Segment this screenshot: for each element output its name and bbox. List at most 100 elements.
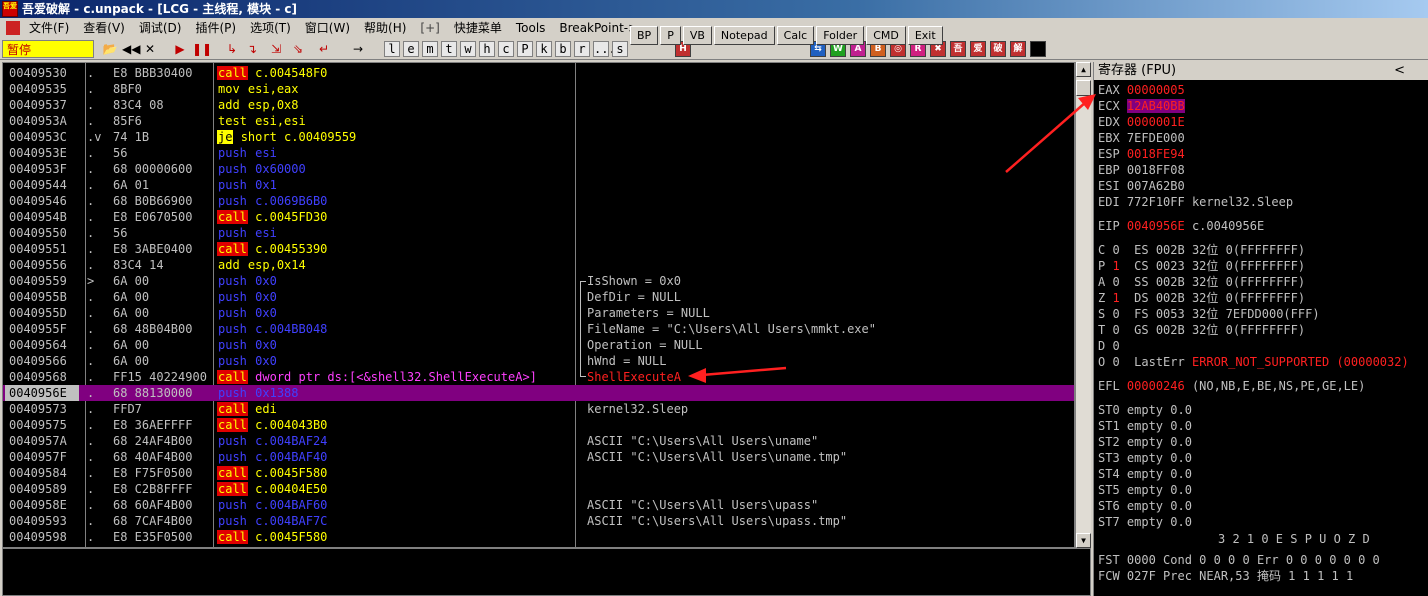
disassembly-pane[interactable]: 00409530 . E8 BBB30400 call c.004548F0 0… <box>2 62 1075 548</box>
fpu-register-row[interactable]: ST6 empty 0.0 <box>1098 498 1192 514</box>
plugin-po-icon[interactable]: 破 <box>990 41 1006 57</box>
plugin-wu-icon[interactable]: 吾 <box>950 41 966 57</box>
flag-value[interactable]: 0 <box>1112 243 1119 257</box>
menu-item-5[interactable]: 窗口(W) <box>298 18 357 38</box>
disasm-row[interactable]: 0040953A . 85F6 test esi,esi <box>3 113 1074 129</box>
toolbar-window-button[interactable]: t <box>441 41 457 57</box>
fpu-register-row[interactable]: ST1 empty 0.0 <box>1098 418 1192 434</box>
flag-value[interactable]: 0 <box>1112 355 1119 369</box>
disasm-row[interactable]: 00409593 . 68 7CAF4B00 push c.004BAF7C A… <box>3 513 1074 529</box>
collapse-icon[interactable]: < <box>1394 62 1405 80</box>
menu-item-4[interactable]: 选项(T) <box>243 18 298 38</box>
plugin-button-vb[interactable]: VB <box>682 26 712 45</box>
flag-segment-row[interactable]: A 0 SS 002B 32位 0(FFFFFFFF) <box>1098 274 1305 290</box>
toolbar-window-button[interactable]: l <box>384 41 400 57</box>
register-row[interactable]: EBX 7EFDE000 <box>1098 130 1185 146</box>
disasm-row[interactable]: 00409530 . E8 BBB30400 call c.004548F0 <box>3 65 1074 81</box>
run-icon[interactable]: ▶ <box>172 41 188 57</box>
disasm-row[interactable]: 00409564 . 6A 00 push 0x0 Operation = NU… <box>3 337 1074 353</box>
disasm-row[interactable]: 0040953E . 56 push esi <box>3 145 1074 161</box>
fpu-register-row[interactable]: ST5 empty 0.0 <box>1098 482 1192 498</box>
step-into-icon[interactable]: ↳ <box>224 41 240 57</box>
dump-pane[interactable] <box>2 548 1091 596</box>
disasm-row[interactable]: 00409568 . FF15 40224900 call dword ptr … <box>3 369 1074 385</box>
disasm-row[interactable]: 0040957F . 68 40AF4B00 push c.004BAF40 A… <box>3 449 1074 465</box>
plugin-ai-icon[interactable]: 爱 <box>970 41 986 57</box>
flag-segment-row[interactable]: Z 1 DS 002B 32位 0(FFFFFFFF) <box>1098 290 1305 306</box>
disasm-row[interactable]: 0040953F . 68 00000600 push 0x60000 <box>3 161 1074 177</box>
flag-value[interactable]: 1 <box>1112 259 1119 273</box>
disasm-row[interactable]: 0040955F . 68 48B04B00 push c.004BB048 F… <box>3 321 1074 337</box>
register-value[interactable]: 0018FF08 <box>1127 163 1185 177</box>
register-value[interactable]: 0040956E <box>1127 219 1185 233</box>
fpu-register-row[interactable]: ST3 empty 0.0 <box>1098 450 1192 466</box>
disasm-row[interactable]: 00409556 . 83C4 14 add esp,0x14 <box>3 257 1074 273</box>
disasm-row[interactable]: 00409575 . E8 36AEFFFF call c.004043B0 <box>3 417 1074 433</box>
flag-segment-row[interactable]: O 0 LastErr ERROR_NOT_SUPPORTED (0000003… <box>1098 354 1409 370</box>
flag-segment-row[interactable]: C 0 ES 002B 32位 0(FFFFFFFF) <box>1098 242 1305 258</box>
menu-item-9[interactable]: Tools <box>509 18 553 38</box>
toolbar-window-button[interactable]: w <box>460 41 476 57</box>
disasm-row[interactable]: 00409589 . E8 C2B8FFFF call c.00404E50 <box>3 481 1074 497</box>
flag-segment-row[interactable]: D 0 <box>1098 338 1134 354</box>
disasm-row[interactable]: 00409559 > 6A 00 push 0x0 IsShown = 0x0 <box>3 273 1074 289</box>
execute-till-return-icon[interactable]: ↵ <box>316 41 332 57</box>
flag-segment-row[interactable]: P 1 CS 0023 32位 0(FFFFFFFF) <box>1098 258 1305 274</box>
register-value[interactable]: 0018FE94 <box>1127 147 1185 161</box>
disasm-row[interactable]: 0040957A . 68 24AF4B00 push c.004BAF24 A… <box>3 433 1074 449</box>
register-value[interactable]: 00000246 <box>1127 379 1185 393</box>
restart-icon[interactable]: ◀◀ <box>122 41 140 57</box>
register-row[interactable]: ESP 0018FE94 <box>1098 146 1185 162</box>
plugin-button-p[interactable]: P <box>660 26 681 45</box>
toolbar-window-button[interactable]: s <box>612 41 628 57</box>
register-row[interactable]: EAX 00000005 <box>1098 82 1185 98</box>
disasm-row[interactable]: 0040954B . E8 E0670500 call c.0045FD30 <box>3 209 1074 225</box>
disasm-row[interactable]: 00409546 . 68 B0B66900 push c.0069B6B0 <box>3 193 1074 209</box>
plugin-button-folder[interactable]: Folder <box>816 26 865 45</box>
disasm-row[interactable]: 00409566 . 6A 00 push 0x0 hWnd = NULL <box>3 353 1074 369</box>
disasm-row[interactable]: 0040953C .v 74 1B je short c.00409559 <box>3 129 1074 145</box>
disasm-row[interactable]: 00409584 . E8 F75F0500 call c.0045F580 <box>3 465 1074 481</box>
disasm-row[interactable]: 00409551 . E8 3ABE0400 call c.00455390 <box>3 241 1074 257</box>
flag-value[interactable]: 0 <box>1112 307 1119 321</box>
toolbar-window-button[interactable]: b <box>555 41 571 57</box>
registers-pane[interactable]: 寄存器 (FPU) < EAX 00000005 ECX 12AB40BB ED… <box>1093 62 1428 596</box>
disasm-row[interactable]: 0040955D . 6A 00 push 0x0 Parameters = N… <box>3 305 1074 321</box>
trace-over-icon[interactable]: ⇘ <box>290 41 306 57</box>
register-row-eip[interactable]: EIP 0040956E c.0040956E <box>1098 218 1264 234</box>
toolbar-window-button[interactable]: P <box>517 41 533 57</box>
toolbar-window-button[interactable]: c <box>498 41 514 57</box>
flag-value[interactable]: 0 <box>1112 275 1119 289</box>
menu-item-1[interactable]: 查看(V) <box>76 18 132 38</box>
fpu-register-row[interactable]: ST0 empty 0.0 <box>1098 402 1192 418</box>
flag-segment-row[interactable]: S 0 FS 0053 32位 7EFDD000(FFF) <box>1098 306 1320 322</box>
menu-item-3[interactable]: 插件(P) <box>188 18 243 38</box>
toolbar-window-button[interactable]: m <box>422 41 438 57</box>
scroll-thumb[interactable] <box>1076 80 1091 96</box>
disassembly-scrollbar[interactable]: ▲ ▼ <box>1075 62 1091 548</box>
register-value[interactable]: 0000001E <box>1127 115 1185 129</box>
register-row[interactable]: EDI 772F10FF kernel32.Sleep <box>1098 194 1293 210</box>
scroll-down-icon[interactable]: ▼ <box>1076 533 1091 548</box>
disasm-row[interactable]: 00409535 . 8BF0 mov esi,eax <box>3 81 1074 97</box>
register-row[interactable]: ESI 007A62B0 <box>1098 178 1185 194</box>
toolbar-window-button[interactable]: r <box>574 41 590 57</box>
disasm-row[interactable]: 0040955B . 6A 00 push 0x0 DefDir = NULL <box>3 289 1074 305</box>
plugin-button-cmd[interactable]: CMD <box>866 26 906 45</box>
fpu-register-row[interactable]: ST2 empty 0.0 <box>1098 434 1192 450</box>
menu-item-6[interactable]: 帮助(H) <box>357 18 413 38</box>
flag-value[interactable]: 0 <box>1112 323 1119 337</box>
flag-value[interactable]: 0 <box>1112 339 1119 353</box>
plugin-button-calc[interactable]: Calc <box>776 26 815 45</box>
menu-item-8[interactable]: 快捷菜单 <box>447 18 509 38</box>
disasm-row[interactable]: 0040958E . 68 60AF4B00 push c.004BAF60 A… <box>3 497 1074 513</box>
plugin-button-notepad[interactable]: Notepad <box>713 26 775 45</box>
step-over-icon[interactable]: ↴ <box>244 41 260 57</box>
goto-icon[interactable]: → <box>350 41 366 57</box>
close-icon[interactable]: ✕ <box>142 41 158 57</box>
registers-header[interactable]: 寄存器 (FPU) < <box>1094 62 1428 80</box>
toolbar-window-button[interactable]: k <box>536 41 552 57</box>
toolbar-window-button[interactable]: e <box>403 41 419 57</box>
register-value[interactable]: 00000005 <box>1127 83 1185 97</box>
register-value[interactable]: 007A62B0 <box>1127 179 1185 193</box>
